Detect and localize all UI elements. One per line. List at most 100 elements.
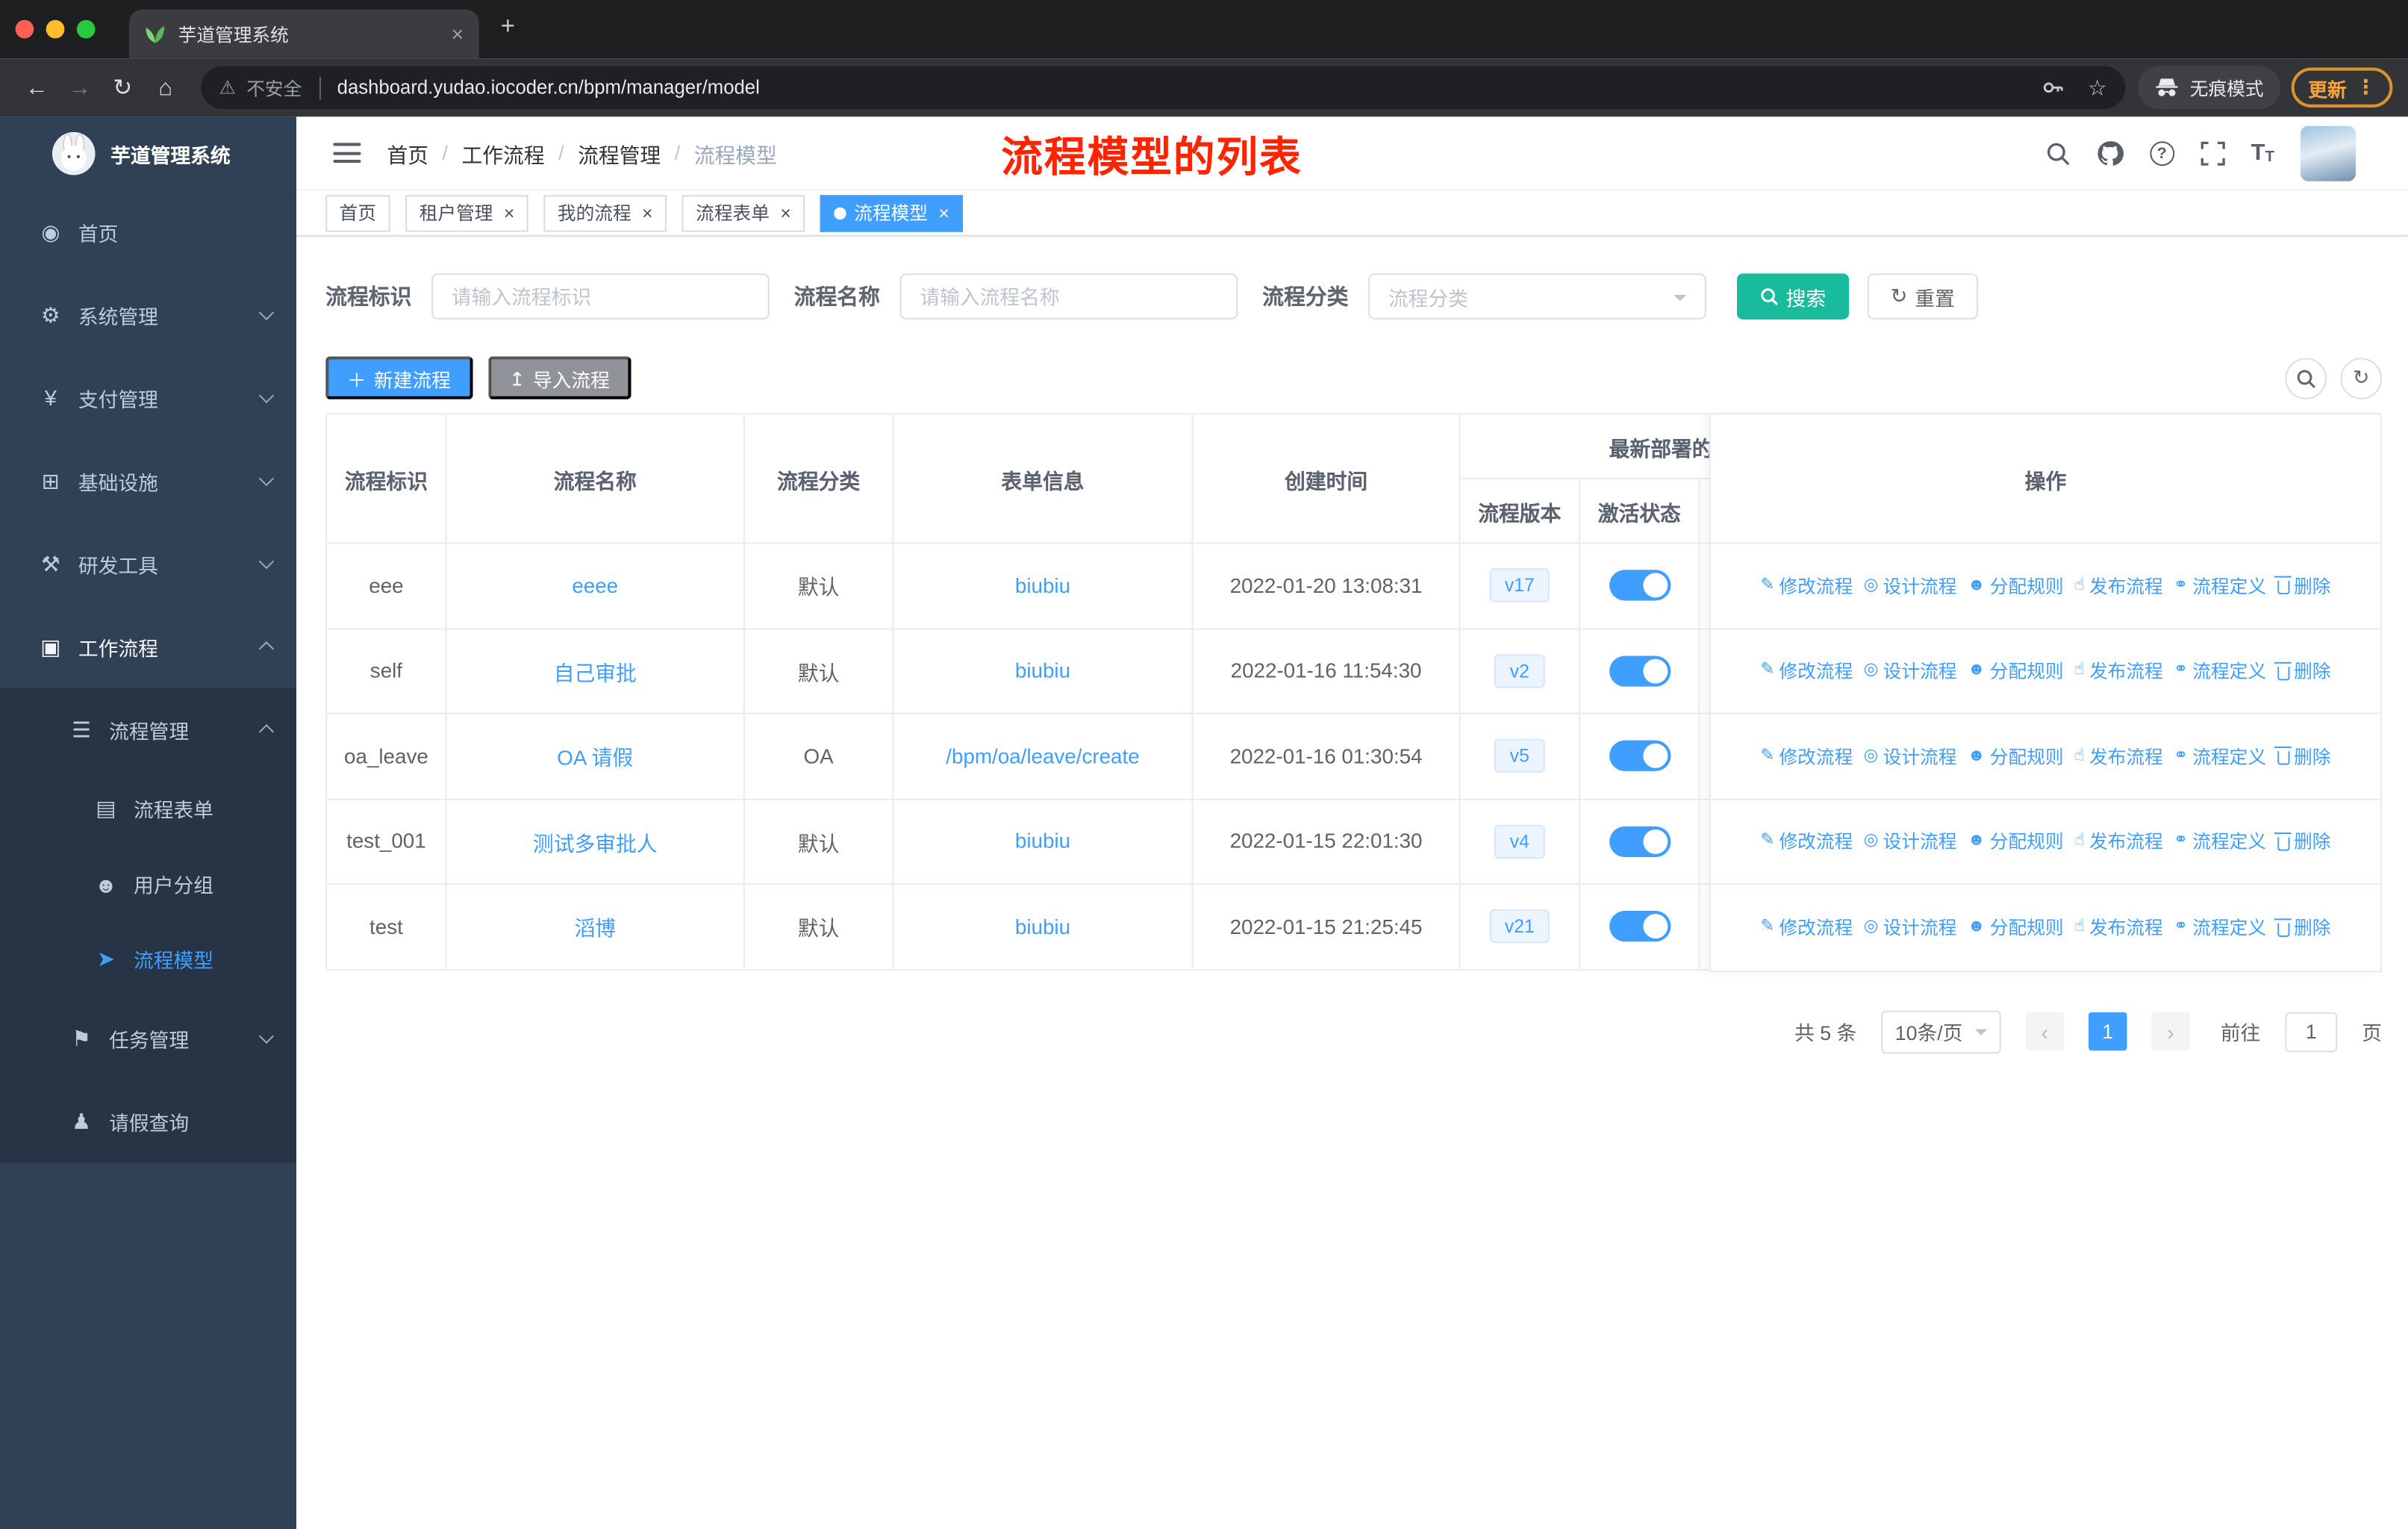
window-minimize-button[interactable] [46, 19, 65, 39]
op-delete-link[interactable]: 删除 [2274, 573, 2331, 599]
form-info-link[interactable]: biubiu [1015, 574, 1070, 597]
process-name-link[interactable]: OA 请假 [557, 747, 633, 770]
op-design-link[interactable]: ◎ 设计流程 [1864, 743, 1957, 769]
active-toggle[interactable] [1609, 570, 1671, 601]
op-delete-link[interactable]: 删除 [2274, 658, 2331, 684]
font-size-icon[interactable]: TT [2251, 140, 2274, 166]
category-select[interactable]: 流程分类 [1368, 273, 1706, 320]
search-icon[interactable] [2045, 140, 2070, 165]
process-id-input[interactable] [431, 273, 770, 320]
sidebar-item-请假查询[interactable]: ♟ 请假查询 [0, 1080, 296, 1162]
tag-首页[interactable]: 首页 [325, 194, 390, 231]
menu-dots-icon[interactable]: ⋮ [2356, 75, 2376, 100]
op-publish-link[interactable]: ☝ 发布流程 [2074, 915, 2163, 941]
close-icon[interactable]: × [780, 204, 790, 222]
forward-button[interactable]: → [58, 75, 101, 101]
sidebar-item-系统管理[interactable]: ⚙ 系统管理 [0, 273, 296, 356]
breadcrumb-item[interactable]: 流程管理 [578, 137, 661, 168]
sidebar-item-基础设施[interactable]: ⊞ 基础设施 [0, 439, 296, 522]
next-page-button[interactable]: › [2151, 1012, 2190, 1051]
sidebar-item-用户分组[interactable]: ☻ 用户分组 [0, 847, 296, 922]
fullscreen-icon[interactable] [2200, 140, 2225, 165]
op-definition-link[interactable]: ⚭ 流程定义 [2174, 915, 2266, 941]
process-name-input[interactable] [899, 273, 1238, 320]
window-zoom-button[interactable] [76, 19, 96, 39]
import-process-button[interactable]: ↥ 导入流程 [487, 356, 631, 399]
op-edit-link[interactable]: ✎ 修改流程 [1760, 915, 1853, 941]
op-assign-rule-link[interactable]: ☻ 分配规则 [1968, 915, 2064, 941]
op-assign-rule-link[interactable]: ☻ 分配规则 [1968, 743, 2064, 769]
close-icon[interactable]: × [504, 204, 514, 222]
search-button[interactable]: 搜索 [1736, 273, 1850, 320]
address-bar[interactable]: ⚠ 不安全 dashboard.yudao.iocoder.cn/bpm/man… [201, 66, 2126, 110]
hamburger-icon[interactable] [333, 143, 361, 164]
breadcrumb-item[interactable]: 流程模型 [694, 137, 777, 168]
op-definition-link[interactable]: ⚭ 流程定义 [2174, 573, 2266, 599]
sidebar-item-任务管理[interactable]: ⚑ 任务管理 [0, 997, 296, 1080]
breadcrumb-item[interactable]: 首页 [387, 137, 428, 168]
op-publish-link[interactable]: ☝ 发布流程 [2074, 658, 2163, 684]
tag-流程模型[interactable]: 流程模型 × [820, 194, 964, 231]
goto-page-input[interactable] [2285, 1011, 2338, 1052]
op-edit-link[interactable]: ✎ 修改流程 [1760, 658, 1853, 684]
tag-我的流程[interactable]: 我的流程 × [543, 194, 667, 231]
close-icon[interactable]: × [938, 204, 949, 222]
op-definition-link[interactable]: ⚭ 流程定义 [2174, 828, 2266, 854]
sidebar-item-首页[interactable]: ◉ 首页 [0, 190, 296, 273]
refresh-table-button[interactable]: ↻ [2340, 357, 2383, 399]
op-delete-link[interactable]: 删除 [2274, 828, 2331, 854]
op-definition-link[interactable]: ⚭ 流程定义 [2174, 658, 2266, 684]
op-publish-link[interactable]: ☝ 发布流程 [2074, 573, 2163, 599]
process-name-link[interactable]: eeee [572, 574, 618, 597]
process-name-link[interactable]: 测试多审批人 [533, 832, 658, 856]
op-assign-rule-link[interactable]: ☻ 分配规则 [1968, 828, 2064, 854]
reset-button[interactable]: ↻ 重置 [1867, 273, 1978, 320]
prev-page-button[interactable]: ‹ [2025, 1012, 2065, 1051]
sidebar-item-支付管理[interactable]: ¥ 支付管理 [0, 356, 296, 439]
user-avatar[interactable] [2300, 125, 2356, 181]
op-edit-link[interactable]: ✎ 修改流程 [1760, 828, 1853, 854]
op-assign-rule-link[interactable]: ☻ 分配规则 [1968, 658, 2064, 684]
github-icon[interactable] [2096, 139, 2124, 166]
op-delete-link[interactable]: 删除 [2274, 915, 2331, 941]
op-definition-link[interactable]: ⚭ 流程定义 [2174, 743, 2266, 769]
op-design-link[interactable]: ◎ 设计流程 [1864, 915, 1957, 941]
back-button[interactable]: ← [16, 75, 58, 101]
window-close-button[interactable] [15, 19, 34, 39]
form-info-link[interactable]: biubiu [1015, 915, 1070, 938]
form-info-link[interactable]: biubiu [1015, 830, 1070, 853]
op-design-link[interactable]: ◎ 设计流程 [1864, 658, 1957, 684]
tag-流程表单[interactable]: 流程表单 × [681, 194, 805, 231]
breadcrumb-item[interactable]: 工作流程 [462, 137, 545, 168]
op-edit-link[interactable]: ✎ 修改流程 [1760, 743, 1853, 769]
toggle-search-button[interactable] [2285, 357, 2327, 399]
bookmark-star-icon[interactable]: ☆ [2088, 75, 2107, 101]
sidebar-item-流程管理[interactable]: ☰ 流程管理 [0, 688, 296, 771]
password-key-icon[interactable] [2042, 75, 2066, 100]
sidebar-item-研发工具[interactable]: ⚒ 研发工具 [0, 523, 296, 605]
active-toggle[interactable] [1609, 826, 1671, 857]
active-toggle[interactable] [1609, 911, 1671, 942]
home-button[interactable]: ⌂ [144, 75, 187, 101]
browser-tab[interactable]: 芋道管理系统 × [128, 9, 479, 59]
op-design-link[interactable]: ◎ 设计流程 [1864, 573, 1957, 599]
page-size-select[interactable]: 10条/页 [1881, 1009, 2001, 1053]
update-button[interactable]: 更新 ⋮ [2291, 67, 2393, 108]
current-page-button[interactable]: 1 [2088, 1012, 2127, 1051]
tag-租户管理[interactable]: 租户管理 × [405, 194, 528, 231]
tab-close-icon[interactable]: × [451, 23, 464, 45]
op-delete-link[interactable]: 删除 [2274, 743, 2331, 769]
process-name-link[interactable]: 滔博 [574, 918, 616, 941]
create-process-button[interactable]: ＋ 新建流程 [325, 356, 472, 399]
op-design-link[interactable]: ◎ 设计流程 [1864, 828, 1957, 854]
op-edit-link[interactable]: ✎ 修改流程 [1760, 573, 1853, 599]
op-publish-link[interactable]: ☝ 发布流程 [2074, 743, 2163, 769]
op-assign-rule-link[interactable]: ☻ 分配规则 [1968, 573, 2064, 599]
sidebar-item-工作流程[interactable]: ▣ 工作流程 [0, 605, 296, 688]
reload-button[interactable]: ↻ [102, 74, 144, 102]
sidebar-item-流程模型[interactable]: ➤ 流程模型 [0, 921, 296, 997]
process-name-link[interactable]: 自己审批 [554, 661, 637, 685]
close-icon[interactable]: × [642, 204, 652, 222]
active-toggle[interactable] [1609, 741, 1671, 772]
new-tab-button[interactable]: + [501, 14, 515, 42]
